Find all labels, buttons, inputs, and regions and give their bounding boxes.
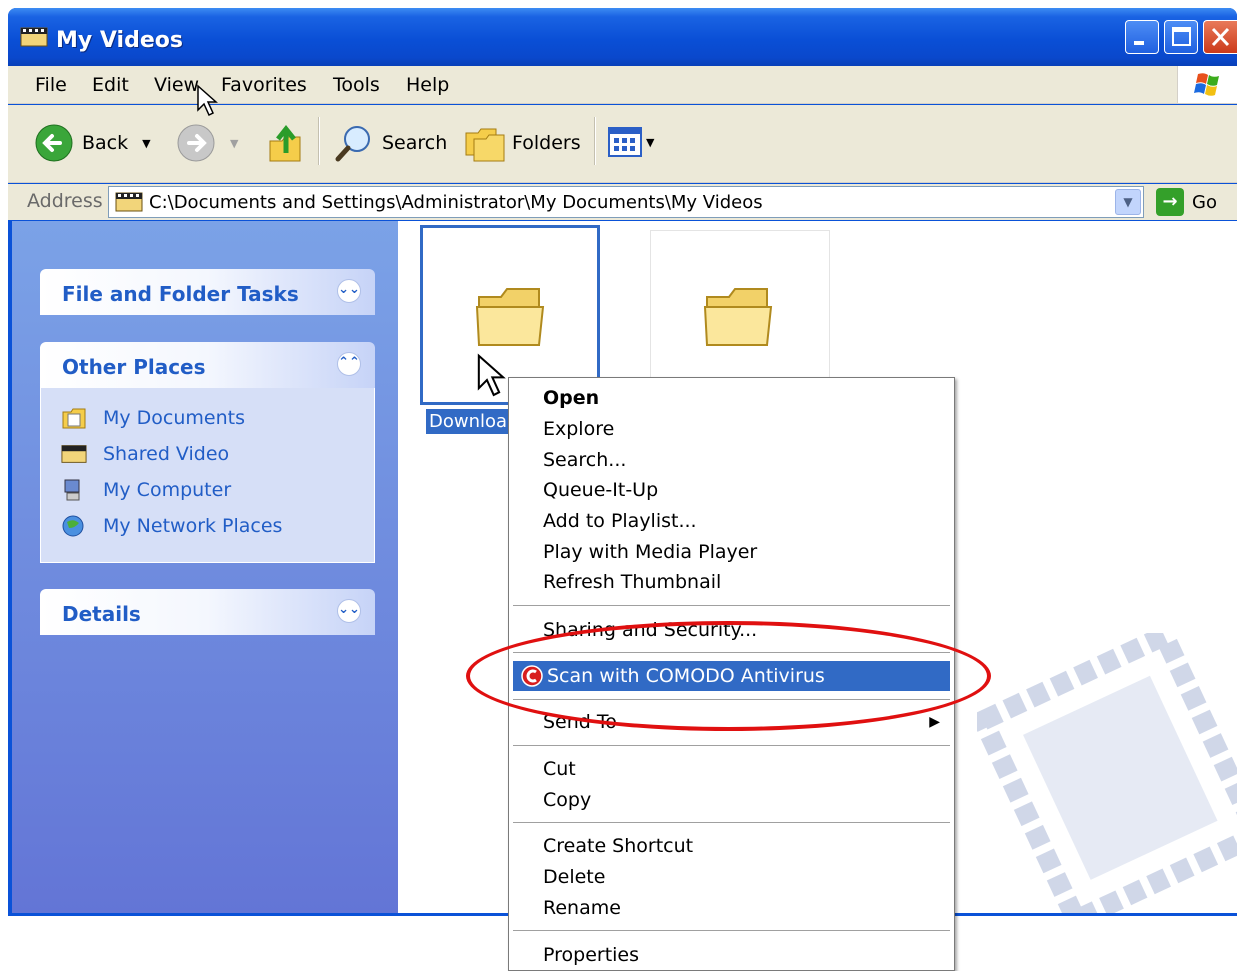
menu-item-queue-it-up[interactable]: Queue-It-Up	[513, 475, 950, 505]
place-my-network-places[interactable]: My Network Places	[61, 508, 374, 544]
menu-favorites[interactable]: Favorites	[221, 74, 307, 96]
menu-help[interactable]: Help	[406, 74, 449, 96]
menu-separator	[513, 822, 950, 823]
menu-file[interactable]: File	[35, 74, 67, 96]
other-places-title: Other Places	[62, 355, 206, 379]
windows-logo	[1177, 66, 1237, 103]
close-icon	[1211, 27, 1230, 47]
menu-item-delete[interactable]: Delete	[513, 862, 950, 892]
place-shared-video[interactable]: Shared Video	[61, 436, 374, 472]
back-label: Back	[82, 132, 129, 154]
views-icon	[608, 127, 642, 157]
search-label: Search	[382, 132, 448, 154]
go-button[interactable]: → Go	[1156, 188, 1217, 216]
file-folder-tasks-title: File and Folder Tasks	[62, 282, 299, 306]
network-places-icon	[62, 515, 84, 537]
place-label: My Documents	[103, 407, 246, 429]
menu-item-open[interactable]: Open	[513, 383, 950, 413]
submenu-arrow-icon: ▶	[929, 714, 940, 730]
menu-item-cut[interactable]: Cut	[513, 754, 950, 784]
details-panel: Details ⌄⌄	[40, 589, 375, 635]
file-folder-tasks-panel: File and Folder Tasks ⌄⌄	[40, 269, 375, 315]
windows-flag-icon	[1194, 73, 1219, 96]
toolbar-separator	[594, 117, 596, 165]
views-button[interactable]: ▼	[608, 127, 654, 157]
expand-chevron-icon[interactable]: ⌄⌄	[337, 279, 361, 303]
menu-separator	[513, 745, 950, 746]
other-places-list: My Documents Shared Video My Computer My…	[40, 388, 375, 563]
details-header[interactable]: Details ⌄⌄	[40, 589, 375, 635]
search-button[interactable]: Search	[334, 123, 447, 163]
address-input[interactable]: C:\Documents and Settings\Administrator\…	[108, 186, 1144, 218]
menu-bar: File Edit View Favorites Tools Help	[8, 66, 1237, 104]
minimize-icon	[1134, 41, 1144, 45]
title-bar[interactable]: My Videos	[8, 8, 1237, 66]
menu-tools[interactable]: Tools	[333, 74, 380, 96]
views-dropdown-arrow-icon[interactable]: ▼	[646, 136, 654, 149]
forward-button[interactable]: ▼	[176, 123, 238, 163]
folder-icon	[475, 288, 545, 346]
video-folder-icon	[115, 192, 143, 212]
minimize-button[interactable]	[1125, 20, 1159, 54]
place-label: My Computer	[103, 479, 232, 501]
menu-item-explore[interactable]: Explore	[513, 414, 950, 444]
back-button[interactable]: Back ▼	[34, 123, 151, 163]
video-folder-icon	[20, 27, 48, 47]
expand-chevron-icon[interactable]: ⌄⌄	[337, 599, 361, 623]
back-dropdown-arrow-icon[interactable]: ▼	[142, 137, 150, 150]
place-label: Shared Video	[103, 443, 230, 465]
highlight-oval	[466, 621, 991, 731]
folder-up-icon	[269, 124, 301, 162]
other-places-panel: Other Places ⌃⌃ My Documents Shared Vide…	[40, 342, 375, 563]
search-icon	[335, 126, 370, 162]
address-label: Address	[27, 190, 103, 212]
maximize-icon	[1172, 27, 1191, 46]
video-folder-icon	[61, 445, 87, 463]
place-my-documents[interactable]: My Documents	[61, 400, 374, 436]
go-arrow-icon: →	[1156, 188, 1184, 216]
go-label: Go	[1192, 191, 1217, 213]
my-computer-icon	[64, 479, 80, 501]
menu-item-play-with-media-player[interactable]: Play with Media Player	[513, 537, 950, 567]
my-documents-icon	[62, 408, 86, 429]
toolbar-separator	[318, 117, 320, 165]
menu-view[interactable]: View	[154, 74, 199, 96]
folders-button[interactable]: Folders	[462, 123, 581, 163]
task-pane: File and Folder Tasks ⌄⌄ Other Places ⌃⌃…	[12, 221, 398, 913]
other-places-header[interactable]: Other Places ⌃⌃	[40, 342, 375, 388]
menu-edit[interactable]: Edit	[92, 74, 129, 96]
menu-item-properties[interactable]: Properties	[513, 940, 950, 970]
place-label: My Network Places	[103, 515, 283, 537]
menu-item-refresh-thumbnail[interactable]: Refresh Thumbnail	[513, 567, 950, 597]
maximize-button[interactable]	[1164, 20, 1198, 54]
collapse-chevron-icon[interactable]: ⌃⌃	[337, 352, 361, 376]
place-my-computer[interactable]: My Computer	[61, 472, 374, 508]
address-bar: Address C:\Documents and Settings\Admini…	[8, 184, 1237, 220]
address-path: C:\Documents and Settings\Administrator\…	[149, 192, 763, 213]
folders-icon	[465, 128, 505, 162]
window-title: My Videos	[56, 28, 183, 53]
up-folder-button[interactable]	[266, 119, 306, 165]
address-dropdown-chevron-icon[interactable]: ▼	[1115, 189, 1141, 215]
film-strip-watermark-icon	[977, 633, 1237, 913]
menu-item-search[interactable]: Search...	[513, 445, 950, 475]
mouse-cursor-icon	[197, 84, 218, 117]
menu-item-create-shortcut[interactable]: Create Shortcut	[513, 831, 950, 861]
menu-separator	[513, 930, 950, 931]
details-title: Details	[62, 602, 141, 626]
close-button[interactable]	[1203, 20, 1237, 54]
mouse-cursor-icon	[477, 353, 506, 397]
folder-name-label[interactable]: Downloac	[426, 409, 508, 434]
forward-arrow-icon	[177, 124, 215, 162]
forward-dropdown-arrow-icon: ▼	[230, 136, 239, 150]
menu-separator	[513, 605, 950, 606]
standard-toolbar: Back ▼ ▼ Search Folders ▼	[8, 105, 1237, 183]
menu-item-copy[interactable]: Copy	[513, 785, 950, 815]
menu-item-add-to-playlist[interactable]: Add to Playlist...	[513, 506, 950, 536]
folders-label: Folders	[512, 132, 581, 154]
file-folder-tasks-header[interactable]: File and Folder Tasks ⌄⌄	[40, 269, 375, 315]
folder-icon	[703, 288, 773, 346]
back-arrow-icon	[35, 124, 73, 162]
menu-item-rename[interactable]: Rename	[513, 893, 950, 923]
